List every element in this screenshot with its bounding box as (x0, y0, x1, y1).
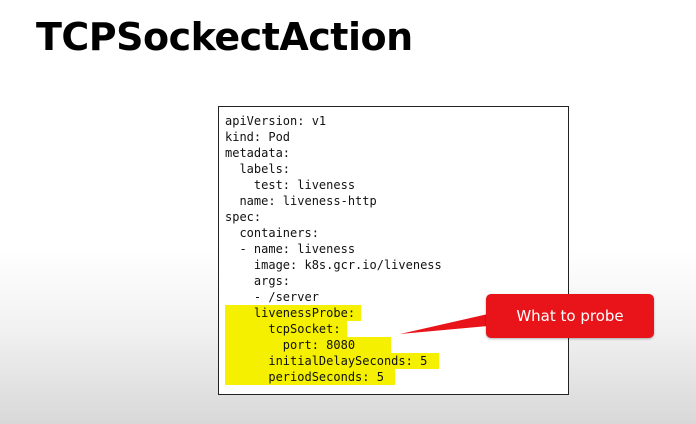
code-line: containers: (225, 225, 319, 241)
code-line: image: k8s.gcr.io/liveness (225, 257, 442, 273)
code-line-text: image: k8s.gcr.io/liveness (225, 258, 442, 272)
code-line-text: initialDelaySeconds: 5 (225, 354, 428, 368)
code-line: spec: (225, 209, 261, 225)
code-line-highlighted: periodSeconds: 5 (225, 369, 384, 385)
slide-title: TCPSockectAction (36, 15, 413, 59)
code-line-highlighted: livenessProbe: (225, 305, 355, 321)
code-line: - /server (225, 289, 319, 305)
code-line-text: name: liveness-http (225, 194, 377, 208)
code-line: test: liveness (225, 177, 355, 193)
code-line: name: liveness-http (225, 193, 377, 209)
code-line-text: tcpSocket: (225, 322, 341, 336)
code-line-text: spec: (225, 210, 262, 224)
code-line-text: periodSeconds: 5 (225, 370, 384, 384)
code-line-text: labels: (225, 162, 291, 176)
code-line-text: apiVersion: v1 (225, 114, 327, 128)
code-line-highlighted: port: 8080 (225, 337, 355, 353)
code-line-highlighted: initialDelaySeconds: 5 (225, 353, 427, 369)
code-line: metadata: (225, 145, 290, 161)
yaml-code-box: apiVersion: v1 kind: Pod metadata: label… (218, 106, 569, 395)
code-line-text: port: 8080 (225, 338, 356, 352)
code-line-text: containers: (225, 226, 319, 240)
code-line: apiVersion: v1 (225, 113, 326, 129)
code-line-text: args: (225, 274, 291, 288)
code-line: args: (225, 273, 290, 289)
code-line-text: metadata: (225, 146, 291, 160)
code-line: kind: Pod (225, 129, 290, 145)
callout-bubble: What to probe (486, 294, 654, 338)
code-line-text: test: liveness (225, 178, 356, 192)
callout-pointer (400, 314, 488, 334)
code-line: labels: (225, 161, 290, 177)
code-line-text: kind: Pod (225, 130, 291, 144)
callout-label: What to probe (516, 307, 624, 325)
code-line-text: - name: liveness (225, 242, 356, 256)
code-line-text: livenessProbe: (225, 306, 356, 320)
code-line-text: - /server (225, 290, 319, 304)
code-line-highlighted: tcpSocket: (225, 321, 341, 337)
code-line: - name: liveness (225, 241, 355, 257)
